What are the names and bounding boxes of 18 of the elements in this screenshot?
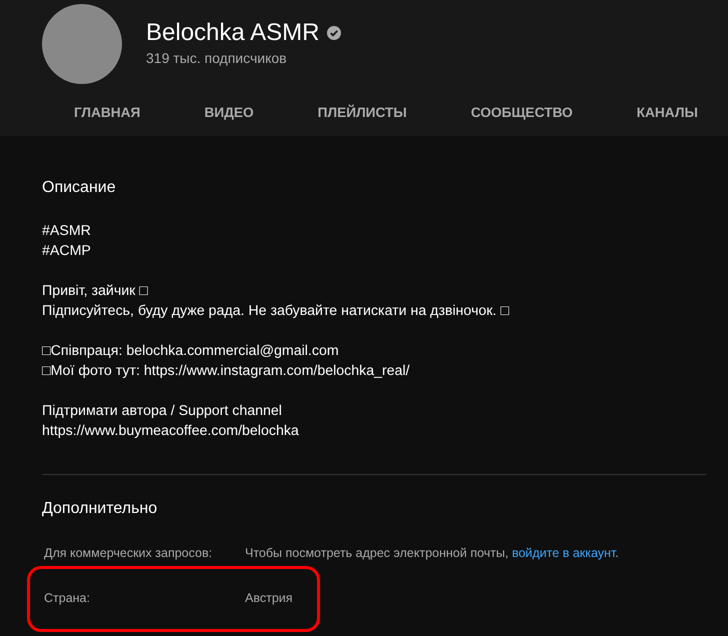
details-label: Для коммерческих запросов: xyxy=(44,545,214,562)
nav-tab[interactable]: ПЛЕЙЛИСТЫ xyxy=(286,88,439,136)
channel-name: Belochka ASMR xyxy=(146,18,320,48)
description-paragraph: #ASMR #ACMP xyxy=(42,222,92,261)
section-heading: Дополнительно xyxy=(42,499,158,519)
details-value: Чтобы посмотреть адрес электронной почты, войдите в аккаунт. xyxy=(245,545,619,562)
description-paragraph: Підтримати автора / Support channel https://www.buymeacoffee.com/belochka xyxy=(42,402,300,441)
description-paragraph: Привіт, зайчик □ Підписуйтесь, буду дуже рада. Не забувайте натискати на дзвіночок. □ xyxy=(42,282,510,321)
login-link[interactable]: войдите в аккаунт xyxy=(512,546,616,560)
section-heading: Описание xyxy=(42,178,117,198)
subscriber-count: 319 тыс. подписчиков xyxy=(146,49,288,67)
nav-tab[interactable]: ГЛАВНАЯ xyxy=(42,88,172,136)
nav-tab[interactable]: ВИДЕО xyxy=(172,88,286,136)
nav-tab[interactable]: КАНАЛЫ xyxy=(604,88,728,136)
nav-tab[interactable]: СООБЩЕСТВО xyxy=(438,88,605,136)
details-value: Австрия xyxy=(245,590,293,607)
description-paragraph: □Співпраця: belochka.commercial@gmail.com □Мої фото тут: https://www.instagram.com/belochka_real/ xyxy=(42,342,411,381)
details-label: Страна: xyxy=(44,590,91,607)
